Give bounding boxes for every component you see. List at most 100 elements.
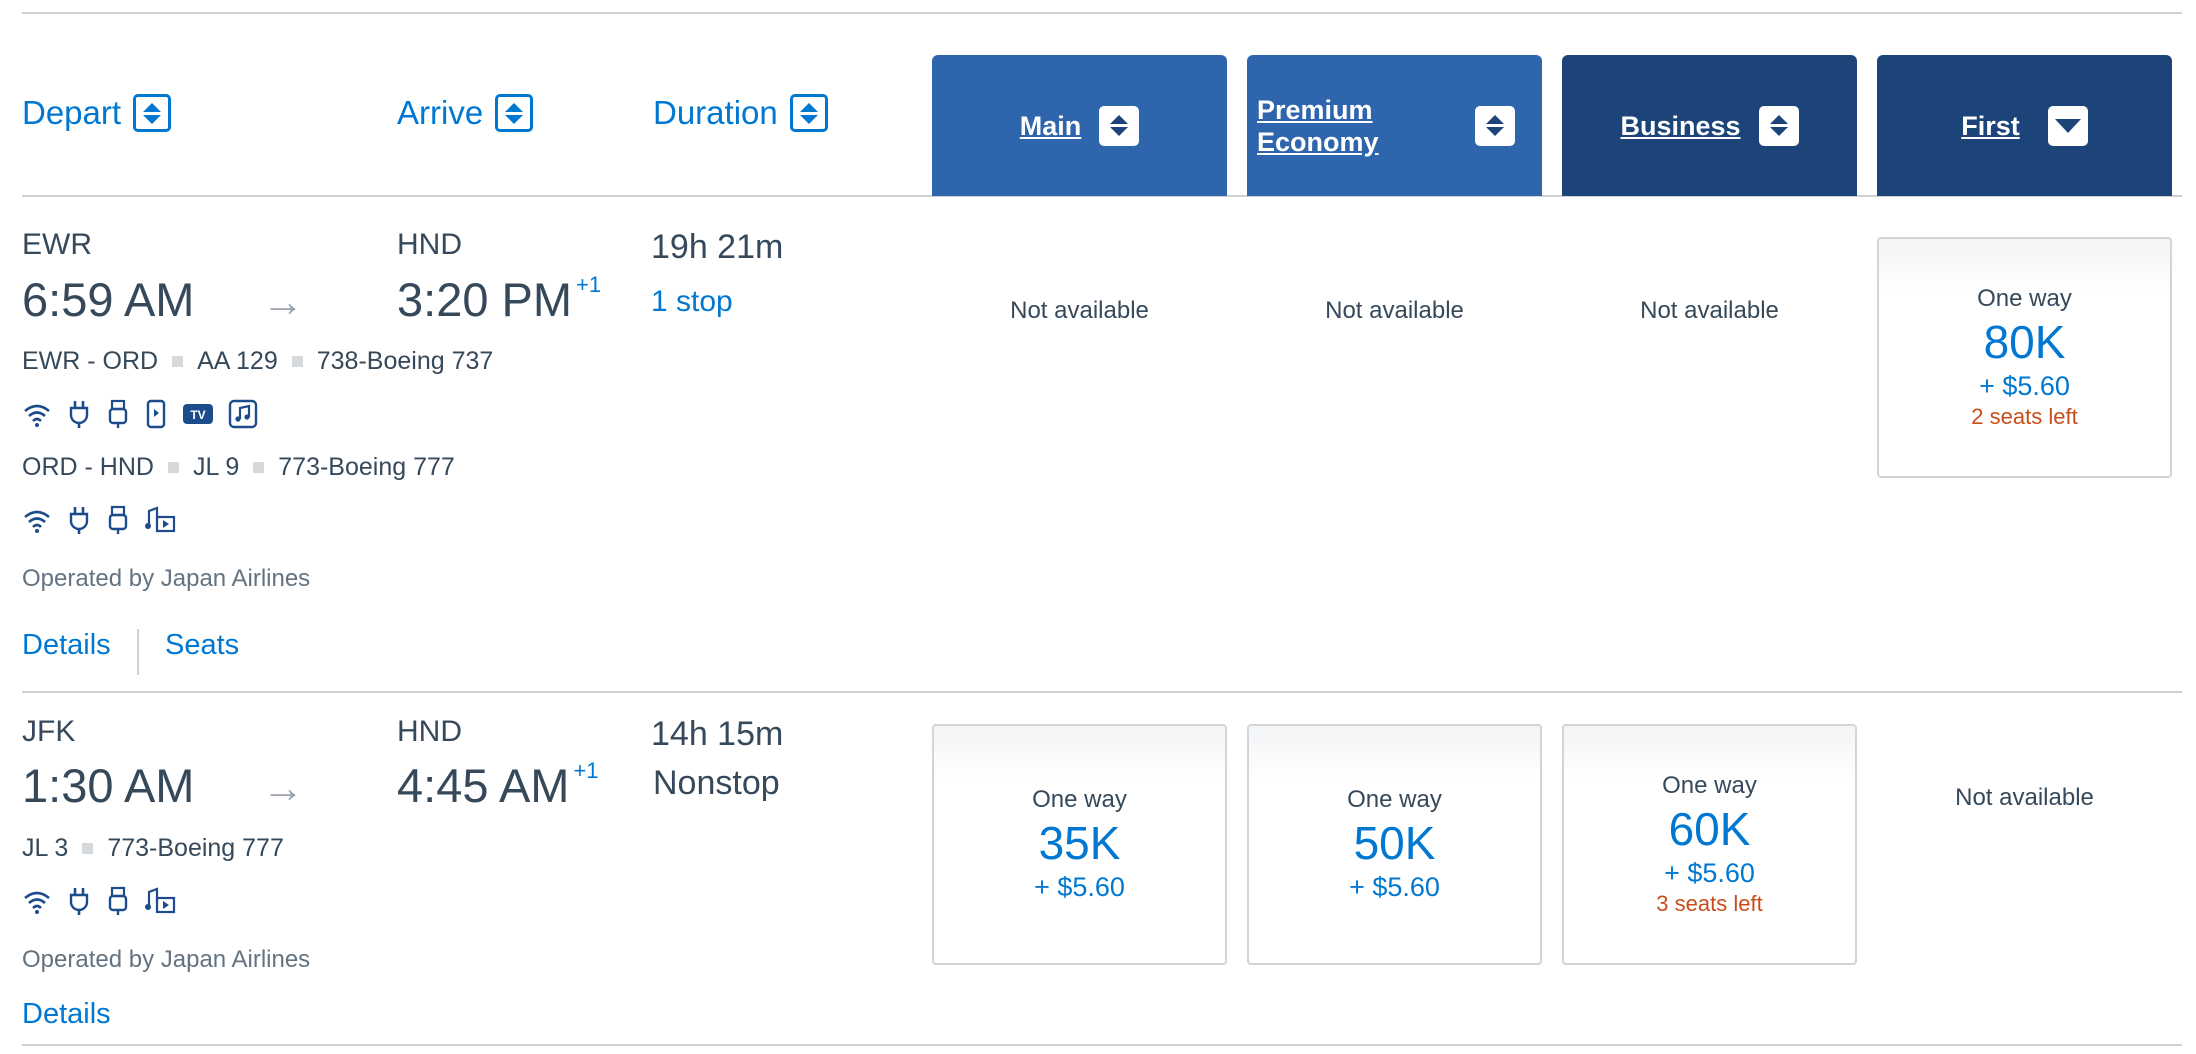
segment-flight: JL 3 <box>22 834 69 862</box>
destination-airport: HND <box>397 715 462 748</box>
segment-aircraft: 738-Boeing 737 <box>316 347 494 375</box>
segment-info: JL 3 773-Boeing 777 <box>22 834 284 863</box>
fare-not-available: Not available <box>1010 297 1149 324</box>
segment-info: EWR - ORD AA 129 738-Boeing 737 <box>22 347 493 376</box>
fare-card-main[interactable]: One way 35K + $5.60 <box>932 724 1227 965</box>
phone-entertainment-icon <box>146 399 166 429</box>
sort-arrive-button[interactable]: Arrive <box>397 88 534 138</box>
sort-updown-icon <box>495 94 534 132</box>
usb-icon <box>108 886 128 915</box>
details-link[interactable]: Details <box>22 629 111 662</box>
segment-route: EWR - ORD <box>22 347 159 375</box>
fare-not-available: Not available <box>1325 297 1464 324</box>
fare-card-premium-economy[interactable]: One way 50K + $5.60 <box>1247 724 1542 965</box>
top-divider <box>22 12 2182 14</box>
sort-down-icon <box>2047 105 2088 146</box>
cabin-business-label: Business <box>1620 110 1741 141</box>
cabin-header-first[interactable]: First <box>1877 55 2172 196</box>
fare-card-business[interactable]: One way 60K + $5.60 3 seats left <box>1562 724 1857 965</box>
cabin-first-label: First <box>1961 110 2020 141</box>
on-demand-entertainment-icon <box>145 506 176 533</box>
sort-updown-icon <box>133 94 172 132</box>
cabin-header-premium-economy[interactable]: Premium Economy <box>1247 55 1542 196</box>
fare-miles: 60K <box>1668 803 1751 855</box>
arrow-right-icon: → <box>262 764 304 811</box>
amenities: TV <box>22 399 258 429</box>
stops-link[interactable]: 1 stop <box>651 285 733 319</box>
fare-tax: + $5.60 <box>1664 858 1755 888</box>
separator <box>172 356 184 367</box>
fare-miles: 50K <box>1353 817 1436 869</box>
sort-updown-icon <box>1099 105 1140 146</box>
cabin-header-business[interactable]: Business <box>1562 55 1857 196</box>
seats-left: 2 seats left <box>1971 404 2078 429</box>
arrival: 4:45 AM +1 <box>397 758 599 813</box>
day-offset: +1 <box>573 758 599 783</box>
power-outlet-icon <box>69 401 89 428</box>
duration: 19h 21m <box>651 228 784 266</box>
depart-time: 6:59 AM <box>22 273 195 326</box>
segment-flight: AA 129 <box>197 347 278 375</box>
operated-by: Operated by Japan Airlines <box>22 946 311 973</box>
svg-text:TV: TV <box>190 408 205 422</box>
sort-updown-icon <box>1758 105 1799 146</box>
sort-depart-label: Depart <box>22 94 122 131</box>
fare-not-available: Not available <box>1955 784 2094 811</box>
segment-route: ORD - HND <box>22 453 154 481</box>
sort-duration-label: Duration <box>653 94 778 131</box>
duration: 14h 15m <box>651 715 784 753</box>
fare-tax: + $5.60 <box>1349 872 1440 902</box>
tv-icon: TV <box>183 404 213 424</box>
day-offset: +1 <box>576 272 602 297</box>
wifi-icon <box>24 510 50 533</box>
arrival: 3:20 PM +1 <box>397 272 601 327</box>
fare-label: One way <box>1662 772 1757 799</box>
amenities <box>22 886 176 916</box>
cabin-header-main[interactable]: Main <box>932 55 1227 196</box>
sort-arrive-label: Arrive <box>397 94 484 131</box>
operated-by: Operated by Japan Airlines <box>22 565 311 592</box>
sort-depart-button[interactable]: Depart <box>22 88 172 138</box>
usb-icon <box>108 505 128 534</box>
origin-airport: JFK <box>22 715 76 748</box>
fare-label: One way <box>1032 786 1127 813</box>
cabin-premium-economy-label: Premium Economy <box>1257 94 1379 157</box>
details-link[interactable]: Details <box>22 998 111 1031</box>
seats-left: 3 seats left <box>1656 891 1763 916</box>
cabin-main-label: Main <box>1019 110 1082 141</box>
fare-label: One way <box>1977 285 2072 312</box>
on-demand-entertainment-icon <box>145 887 176 914</box>
power-outlet-icon <box>69 507 89 534</box>
separator <box>291 356 303 367</box>
separator <box>167 462 179 473</box>
wifi-icon <box>24 404 50 427</box>
audio-icon <box>228 399 258 429</box>
arrive-time: 4:45 AM <box>397 759 570 812</box>
destination-airport: HND <box>397 228 462 261</box>
fare-card-first[interactable]: One way 80K + $5.60 2 seats left <box>1877 237 2172 478</box>
origin-airport: EWR <box>22 228 92 261</box>
segment-flight: JL 9 <box>192 453 240 481</box>
stops-info: Nonstop <box>653 764 780 802</box>
link-divider <box>137 629 139 675</box>
fare-miles: 80K <box>1983 316 2066 368</box>
depart-time: 1:30 AM <box>22 759 195 812</box>
fare-not-available: Not available <box>1640 297 1779 324</box>
fare-tax: + $5.60 <box>1034 872 1125 902</box>
sort-updown-icon <box>1475 105 1515 146</box>
seats-link[interactable]: Seats <box>165 629 239 662</box>
segment-aircraft: 773-Boeing 777 <box>107 834 284 862</box>
fare-miles: 35K <box>1038 817 1121 869</box>
segment-aircraft: 773-Boeing 777 <box>278 453 455 481</box>
arrow-right-icon: → <box>262 278 304 325</box>
fare-tax: + $5.60 <box>1979 371 2070 401</box>
separator <box>82 843 94 854</box>
fare-label: One way <box>1347 786 1442 813</box>
row-divider <box>22 691 2182 693</box>
separator <box>253 462 265 473</box>
sort-duration-button[interactable]: Duration <box>653 88 828 138</box>
bottom-divider <box>22 1044 2182 1046</box>
amenities <box>22 505 176 535</box>
segment-info: ORD - HND JL 9 773-Boeing 777 <box>22 453 455 482</box>
wifi-icon <box>24 891 50 914</box>
